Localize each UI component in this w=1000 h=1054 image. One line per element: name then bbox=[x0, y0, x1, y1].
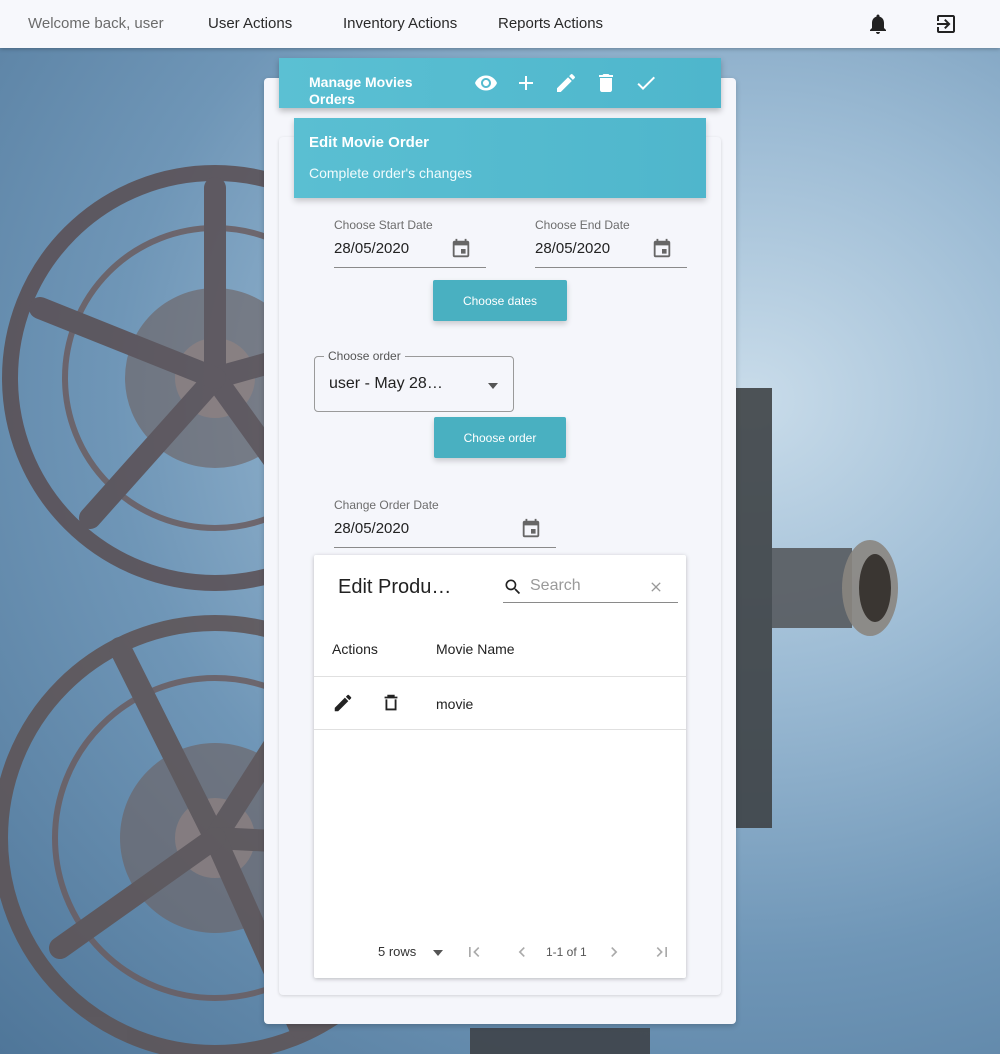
nav-user-actions[interactable]: User Actions bbox=[208, 15, 292, 32]
table-pagination: 5 rows 1-1 of 1 bbox=[314, 940, 686, 964]
end-date-field[interactable]: Choose End Date 28/05/2020 bbox=[535, 218, 687, 268]
calendar-icon[interactable] bbox=[450, 238, 472, 260]
choose-dates-button[interactable]: Choose dates bbox=[433, 280, 567, 321]
manage-orders-toolbar: Manage Movies Orders bbox=[279, 58, 721, 108]
end-date-label: Choose End Date bbox=[535, 218, 630, 232]
nav-inventory-actions[interactable]: Inventory Actions bbox=[343, 15, 457, 32]
close-icon[interactable] bbox=[648, 579, 664, 595]
first-page-icon[interactable] bbox=[464, 942, 484, 962]
next-page-icon[interactable] bbox=[604, 942, 624, 962]
search-input[interactable] bbox=[530, 575, 640, 597]
column-header-movie-name[interactable]: Movie Name bbox=[436, 641, 515, 657]
page-range: 1-1 of 1 bbox=[546, 945, 587, 959]
column-header-actions[interactable]: Actions bbox=[332, 641, 378, 657]
nav-reports-actions[interactable]: Reports Actions bbox=[498, 15, 603, 32]
calendar-icon[interactable] bbox=[520, 518, 542, 540]
edit-order-header: Edit Movie Order Complete order's change… bbox=[294, 118, 706, 198]
check-icon[interactable] bbox=[634, 71, 658, 95]
edit-row-pencil-icon[interactable] bbox=[332, 692, 354, 714]
change-order-date-label: Change Order Date bbox=[334, 498, 439, 512]
calendar-icon[interactable] bbox=[651, 238, 673, 260]
start-date-field[interactable]: Choose Start Date 28/05/2020 bbox=[334, 218, 486, 268]
table-search[interactable] bbox=[503, 572, 678, 603]
movie-name-cell: movie bbox=[436, 696, 474, 712]
table-title: Edit Produ… bbox=[338, 576, 452, 598]
top-navigation-bar: Welcome back, user User Actions Inventor… bbox=[0, 0, 1000, 48]
header-divider bbox=[314, 676, 686, 677]
change-order-date-field[interactable]: Change Order Date 28/05/2020 bbox=[334, 498, 556, 548]
trash-icon[interactable] bbox=[594, 71, 618, 95]
change-order-date-value[interactable]: 28/05/2020 bbox=[334, 520, 409, 537]
end-date-value[interactable]: 28/05/2020 bbox=[535, 240, 610, 257]
choose-order-button[interactable]: Choose order bbox=[434, 417, 566, 458]
rows-per-page-select[interactable]: 5 rows bbox=[378, 944, 416, 959]
toolbar-title: Manage Movies Orders bbox=[309, 74, 413, 107]
row-divider bbox=[314, 729, 686, 730]
order-select-label: Choose order bbox=[324, 349, 405, 363]
edit-order-title: Edit Movie Order bbox=[309, 134, 430, 151]
edit-products-table: Edit Produ… Actions Movie Name movie 5 r… bbox=[314, 555, 686, 978]
delete-row-trash-icon[interactable] bbox=[380, 692, 402, 714]
order-select-value[interactable]: user - May 28… bbox=[329, 375, 443, 393]
chevron-down-icon[interactable] bbox=[487, 379, 499, 391]
start-date-label: Choose Start Date bbox=[334, 218, 433, 232]
welcome-message: Welcome back, user bbox=[28, 15, 164, 32]
plus-icon[interactable] bbox=[514, 71, 538, 95]
edit-order-subtitle: Complete order's changes bbox=[309, 165, 472, 181]
order-select[interactable]: Choose order user - May 28… bbox=[314, 349, 514, 412]
search-icon bbox=[503, 577, 523, 597]
logout-icon[interactable] bbox=[934, 12, 958, 36]
eye-icon[interactable] bbox=[474, 71, 498, 95]
pencil-icon[interactable] bbox=[554, 71, 578, 95]
bell-icon[interactable] bbox=[866, 12, 890, 36]
previous-page-icon[interactable] bbox=[512, 942, 532, 962]
last-page-icon[interactable] bbox=[652, 942, 672, 962]
start-date-value[interactable]: 28/05/2020 bbox=[334, 240, 409, 257]
chevron-down-icon[interactable] bbox=[432, 947, 444, 959]
